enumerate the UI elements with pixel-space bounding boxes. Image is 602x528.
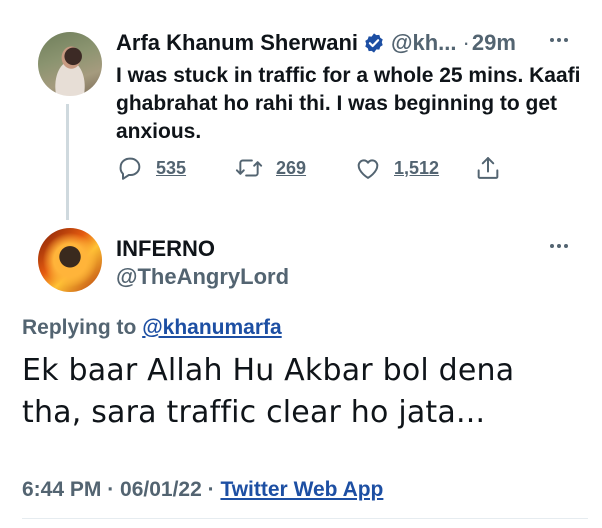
divider xyxy=(22,518,588,519)
tweet-timestamp[interactable]: 29m xyxy=(472,30,516,56)
replying-to-line: Replying to @khanumarfa xyxy=(22,316,282,340)
more-options-icon[interactable] xyxy=(550,38,568,42)
avatar[interactable] xyxy=(38,228,102,292)
share-icon xyxy=(474,154,502,182)
author-name[interactable]: Arfa Khanum Sherwani xyxy=(116,30,358,56)
verified-badge-icon xyxy=(363,32,385,54)
retweet-button[interactable]: 269 xyxy=(234,152,306,184)
tweet-meta: 6:44 PM · 06/01/22 · Twitter Web App xyxy=(22,478,383,502)
like-button[interactable]: 1,512 xyxy=(354,152,439,184)
reply-author-handle[interactable]: @TheAngryLord xyxy=(116,264,289,290)
avatar[interactable] xyxy=(38,32,102,96)
reply-count: 535 xyxy=(156,157,187,178)
replying-to-label: Replying to xyxy=(22,316,137,339)
reply-button[interactable]: 535 xyxy=(116,152,186,184)
reply-author-name[interactable]: INFERNO xyxy=(116,236,215,262)
tweet-header: Arfa Khanum Sherwani @kh... · 29m xyxy=(116,28,516,58)
share-button[interactable] xyxy=(474,152,502,184)
tweet-text: I was stuck in traffic for a whole 25 mi… xyxy=(116,64,581,143)
like-count: 1,512 xyxy=(394,157,440,178)
thread-connector-line xyxy=(66,104,69,220)
separator-dot: · xyxy=(462,30,470,55)
retweet-count: 269 xyxy=(276,157,307,178)
more-options-icon[interactable] xyxy=(550,244,568,248)
retweet-icon xyxy=(234,154,264,182)
replying-to-handle-link[interactable]: @khanumarfa xyxy=(142,316,282,339)
like-icon xyxy=(354,154,382,182)
reply-text: Ek baar Allah Hu Akbar bol dena tha, sar… xyxy=(22,353,515,430)
source-app-link[interactable]: Twitter Web App xyxy=(220,478,383,501)
reply-icon xyxy=(116,154,144,182)
tweet-datetime[interactable]: 6:44 PM · 06/01/22 · xyxy=(22,478,215,501)
author-handle[interactable]: @kh... xyxy=(391,30,456,56)
